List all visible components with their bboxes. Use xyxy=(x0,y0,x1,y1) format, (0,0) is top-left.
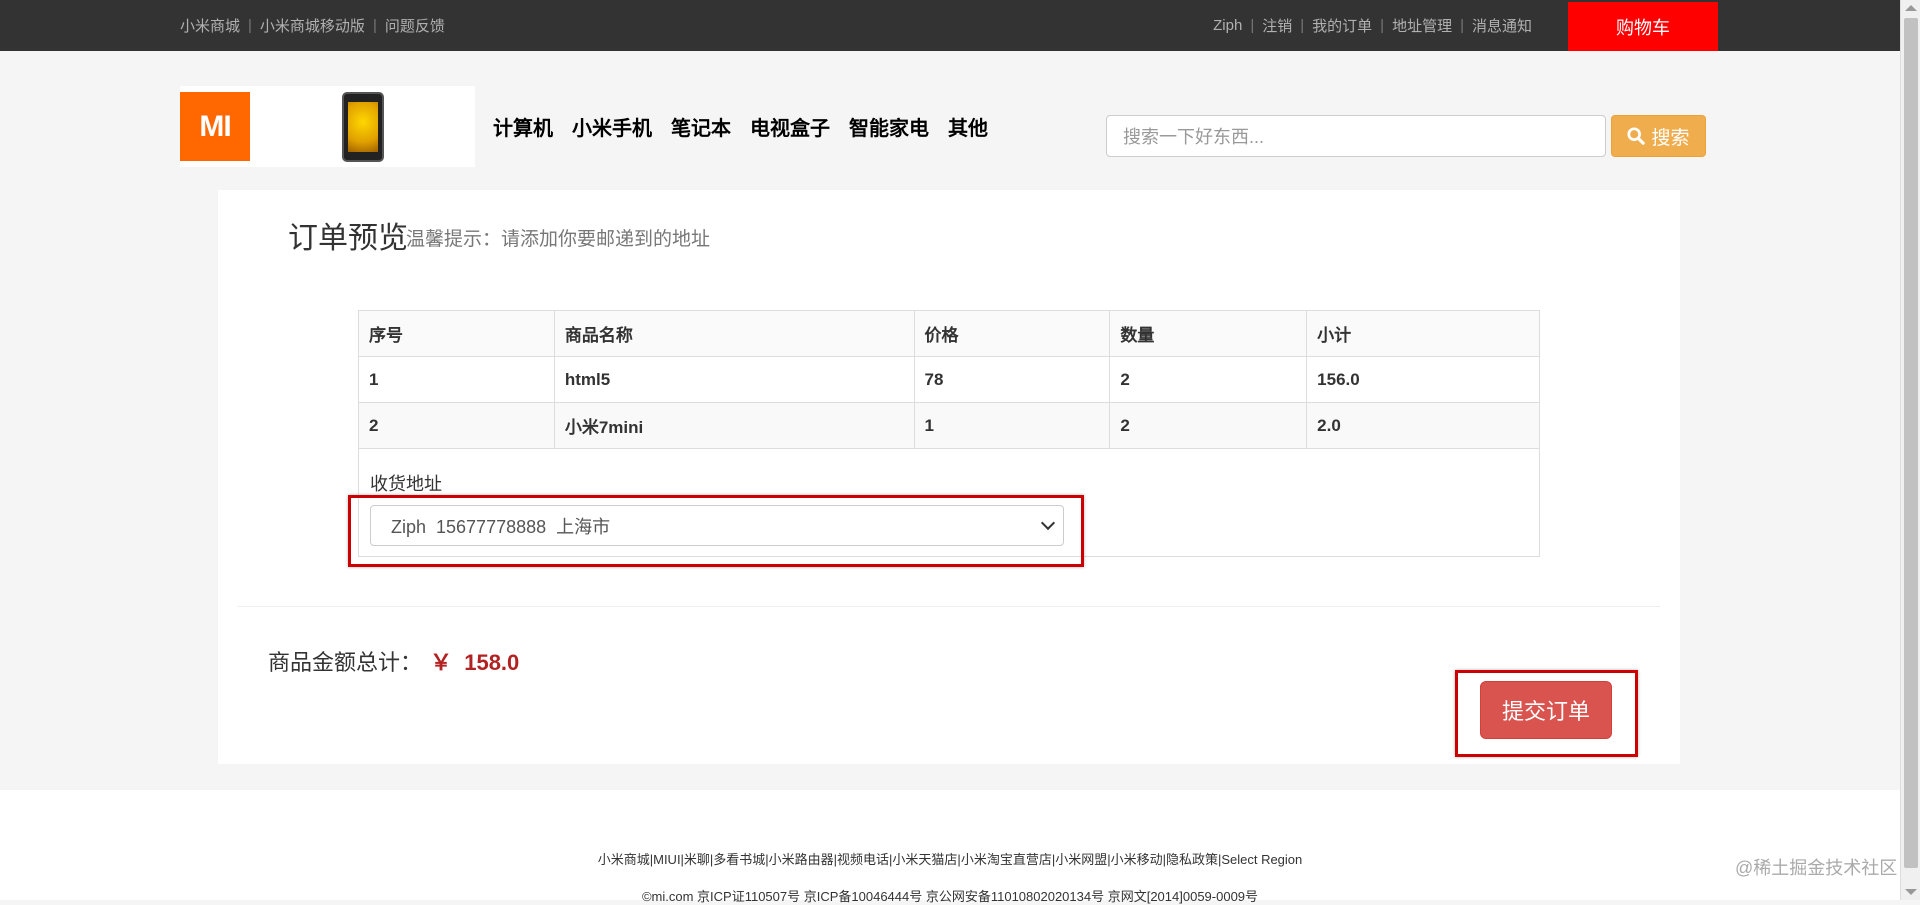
column-header: 价格 xyxy=(913,310,1111,357)
nav-laptop[interactable]: 笔记本 xyxy=(671,112,731,141)
footer-copyright: ©mi.com 京ICP证110507号 京ICP备10046444号 京公网安… xyxy=(641,889,1259,904)
cell-subtotal: 2.0 xyxy=(1306,402,1540,449)
footer-links[interactable]: 小米商城|MIUI|米聊|多看书城|小米路由器|视频电话|小米天猫店|小米淘宝直… xyxy=(0,849,1900,868)
cell-quantity: 2 xyxy=(1109,402,1308,449)
tip-text: 温馨提示：请添加你要邮递到的地址 xyxy=(406,229,711,250)
highlight-box-address xyxy=(348,495,1084,567)
link-mi-store-mobile[interactable]: 小米商城移动版 xyxy=(260,15,365,36)
separator: | xyxy=(248,17,252,34)
column-header: 小计 xyxy=(1306,310,1540,357)
column-header: 序号 xyxy=(358,310,555,357)
link-notifications[interactable]: 消息通知 xyxy=(1472,15,1532,36)
search-button[interactable]: 搜索 xyxy=(1611,115,1706,157)
nav-smart-appliance[interactable]: 智能家电 xyxy=(849,112,929,141)
cell-price: 78 xyxy=(913,356,1111,403)
cell-index: 2 xyxy=(358,402,555,449)
cell-subtotal: 156.0 xyxy=(1306,356,1540,403)
table-row: 2 小米7mini 1 2 2.0 xyxy=(358,402,1540,449)
cell-product-name: 小米7mini xyxy=(553,402,915,449)
page-scrollbar[interactable] xyxy=(1900,0,1920,900)
link-my-orders[interactable]: 我的订单 xyxy=(1312,15,1372,36)
cart-button[interactable]: 购物车 xyxy=(1568,2,1718,51)
separator: | xyxy=(1380,17,1385,34)
separator: | xyxy=(372,17,377,34)
column-header: 数量 xyxy=(1109,310,1308,357)
cell-quantity: 2 xyxy=(1109,356,1308,403)
search-icon xyxy=(1627,127,1646,145)
link-mi-store[interactable]: 小米商城 xyxy=(180,15,240,36)
top-right-links: Ziph | 注销 | 我的订单 | 地址管理 | 消息通知 xyxy=(1213,0,1532,51)
top-bar: 小米商城 | 小米商城移动版 | 问题反馈 Ziph | 注销 | 我的订单 |… xyxy=(0,0,1900,51)
separator: | xyxy=(1460,17,1464,34)
separator: | xyxy=(1250,17,1255,34)
top-left-links: 小米商城 | 小米商城移动版 | 问题反馈 xyxy=(180,0,445,51)
link-username[interactable]: Ziph xyxy=(1213,17,1242,34)
search-input[interactable]: 搜索一下好东西... xyxy=(1106,115,1606,157)
highlight-box-submit xyxy=(1455,670,1638,757)
nav-computer[interactable]: 计算机 xyxy=(493,112,553,141)
table-row: 1 html5 78 2 156.0 xyxy=(358,356,1540,403)
total-amount: ￥ 158.0 xyxy=(430,650,520,675)
cell-index: 1 xyxy=(358,356,555,403)
scroll-up-icon[interactable] xyxy=(1905,5,1917,11)
mi-logo[interactable]: MI xyxy=(180,92,250,161)
watermark: @稀土掘金技术社区 xyxy=(1735,858,1898,878)
search-button-label: 搜索 xyxy=(1651,127,1690,149)
main-nav: 计算机 小米手机 笔记本 电视盒子 智能家电 其他 xyxy=(493,112,988,141)
separator: | xyxy=(1300,17,1305,34)
table-header-row: 序号 商品名称 价格 数量 小计 xyxy=(358,310,1540,357)
cell-price: 1 xyxy=(913,402,1111,449)
footer xyxy=(0,790,1900,900)
phone-image xyxy=(342,92,384,162)
column-header: 商品名称 xyxy=(553,310,915,357)
link-address-management[interactable]: 地址管理 xyxy=(1392,15,1452,36)
order-table: 序号 商品名称 价格 数量 小计 1 html5 78 2 156.0 2 小米… xyxy=(358,310,1540,449)
link-logout[interactable]: 注销 xyxy=(1262,15,1292,36)
scroll-thumb[interactable] xyxy=(1904,18,1918,868)
cell-product-name: html5 xyxy=(553,356,915,403)
divider xyxy=(238,606,1660,607)
nav-tv-box[interactable]: 电视盒子 xyxy=(750,112,830,141)
address-label: 收货地址 xyxy=(370,474,442,494)
nav-other[interactable]: 其他 xyxy=(948,112,988,141)
scroll-down-icon[interactable] xyxy=(1905,889,1917,895)
logo-area: MI xyxy=(180,86,475,167)
nav-mi-phone[interactable]: 小米手机 xyxy=(572,112,652,141)
page-title: 订单预览 xyxy=(288,222,408,255)
total-label: 商品金额总计： xyxy=(268,650,423,675)
link-feedback[interactable]: 问题反馈 xyxy=(385,15,445,36)
